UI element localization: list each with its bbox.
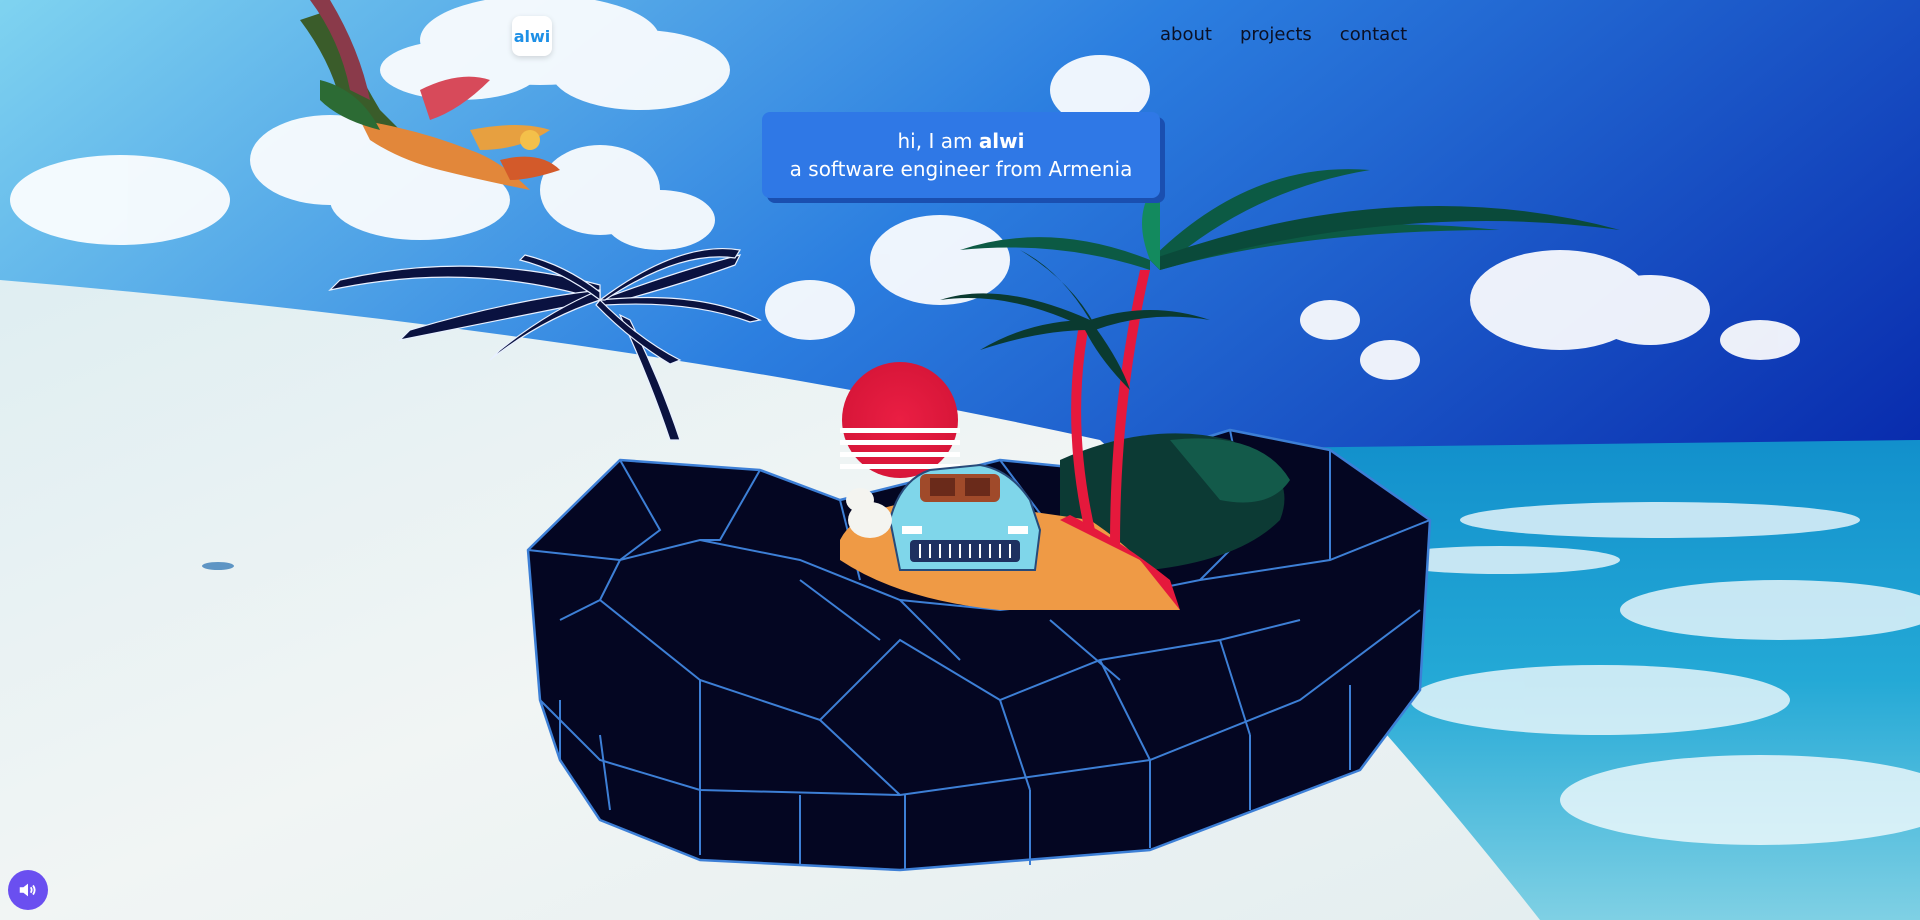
nav-contact-link[interactable]: contact <box>1340 24 1407 45</box>
intro-card: hi, I am alwi a software engineer from A… <box>762 112 1160 198</box>
intro-greeting: hi, I am alwi <box>762 127 1160 155</box>
logo-home-link[interactable]: alwi <box>512 16 552 56</box>
greeting-prefix: hi, I am <box>897 129 979 153</box>
main-nav: about projects contact <box>1160 24 1407 45</box>
nav-projects-link[interactable]: projects <box>1240 24 1312 45</box>
intro-tagline: a software engineer from Armenia <box>789 157 1133 181</box>
nav-about-link[interactable]: about <box>1160 24 1212 45</box>
sound-toggle-button[interactable] <box>8 870 48 910</box>
greeting-name: alwi <box>978 129 1025 153</box>
speaker-icon <box>19 883 36 897</box>
